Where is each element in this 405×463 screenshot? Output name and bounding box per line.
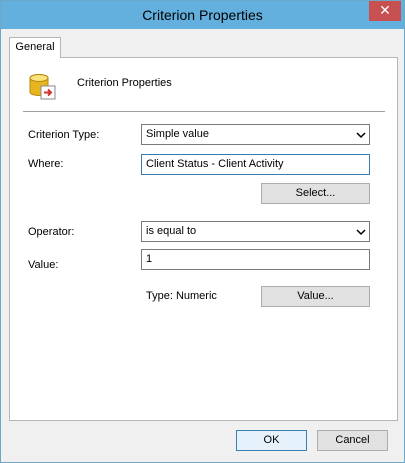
where-label: Where: [28, 158, 64, 170]
value-button[interactable]: Value... [261, 286, 370, 307]
criterion-type-label: Criterion Type: [28, 129, 100, 141]
ok-button[interactable]: OK [236, 430, 307, 451]
operator-value: is equal to [146, 225, 197, 237]
criterion-type-value: Simple value [146, 128, 209, 140]
chevron-down-icon [356, 229, 366, 236]
where-value: Client Status - Client Activity [146, 158, 284, 170]
window-title: Criterion Properties [142, 7, 263, 23]
tab-general[interactable]: General [9, 37, 61, 58]
operator-dropdown[interactable]: is equal to [141, 221, 370, 242]
dialog-window: Criterion Properties ✕ General Criterion… [0, 0, 405, 463]
chevron-down-icon [356, 132, 366, 139]
criterion-type-dropdown[interactable]: Simple value [141, 124, 370, 145]
type-text: Type: Numeric [146, 290, 217, 302]
close-icon: ✕ [379, 2, 391, 18]
operator-label: Operator: [28, 226, 75, 238]
database-arrow-icon [29, 74, 56, 100]
general-tab-panel: Criterion Properties Criterion Type: Sim… [9, 57, 398, 421]
header-label: Criterion Properties [77, 77, 172, 89]
cancel-button[interactable]: Cancel [317, 430, 388, 451]
header-separator [23, 111, 385, 112]
value-label: Value: [28, 259, 59, 271]
value-input-text: 1 [146, 253, 153, 265]
value-input[interactable]: 1 [141, 249, 370, 270]
close-button[interactable]: ✕ [369, 1, 401, 21]
where-field[interactable]: Client Status - Client Activity [141, 154, 370, 175]
title-bar[interactable]: Criterion Properties ✕ [1, 1, 404, 29]
select-button[interactable]: Select... [261, 183, 370, 204]
